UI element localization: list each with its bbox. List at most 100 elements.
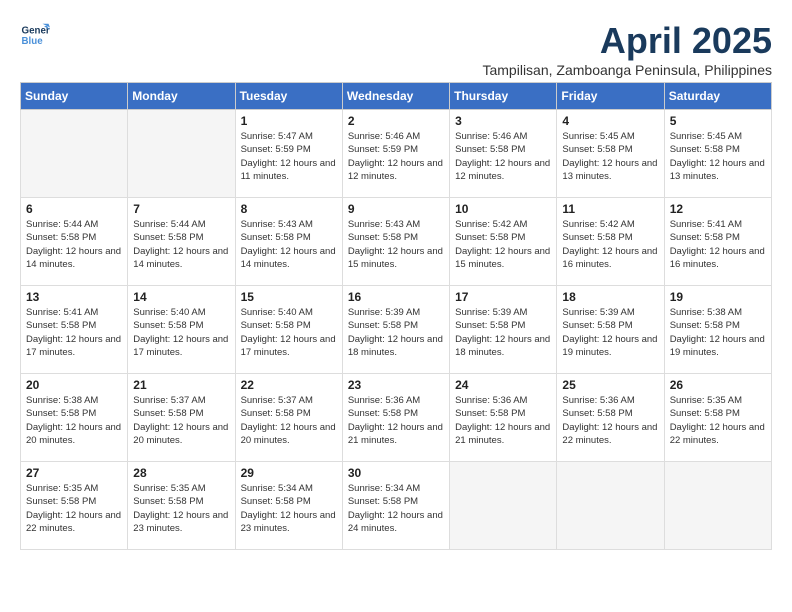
day-info: Sunrise: 5:40 AM Sunset: 5:58 PM Dayligh…	[133, 306, 229, 359]
calendar-cell: 9Sunrise: 5:43 AM Sunset: 5:58 PM Daylig…	[342, 198, 449, 286]
calendar-cell: 25Sunrise: 5:36 AM Sunset: 5:58 PM Dayli…	[557, 374, 664, 462]
calendar-cell: 23 Sunrise: 5:36 AM Sunset: 5:58 PM Dayli…	[342, 374, 449, 462]
week-row-1: 1 Sunrise: 5:47 AM Sunset: 5:59 PM Daylig…	[21, 110, 772, 198]
day-info: Sunrise: 5:36 AM Sunset: 5:58 PM Dayligh…	[348, 394, 444, 447]
day-info: Sunrise: 5:41 AM Sunset: 5:58 PM Dayligh…	[670, 218, 766, 271]
day-header-thursday: Thursday	[450, 83, 557, 110]
svg-text:Blue: Blue	[22, 36, 44, 47]
day-info: Sunrise: 5:34 AM Sunset: 5:58 PM Dayligh…	[241, 482, 337, 535]
day-info: Sunrise: 5:38 AM Sunset: 5:58 PM Dayligh…	[26, 394, 122, 447]
day-number: 13	[26, 290, 122, 304]
day-number: 15	[241, 290, 337, 304]
day-number: 16	[348, 290, 444, 304]
day-number: 25	[562, 378, 658, 392]
day-number: 12	[670, 202, 766, 216]
day-number: 18	[562, 290, 658, 304]
day-header-friday: Friday	[557, 83, 664, 110]
day-info: Sunrise: 5:46 AM Sunset: 5:59 PM Dayligh…	[348, 130, 444, 183]
day-number: 8	[241, 202, 337, 216]
day-header-wednesday: Wednesday	[342, 83, 449, 110]
day-number: 6	[26, 202, 122, 216]
week-row-2: 6 Sunrise: 5:44 AM Sunset: 5:58 PM Daylig…	[21, 198, 772, 286]
day-number: 2	[348, 114, 444, 128]
calendar-cell: 1 Sunrise: 5:47 AM Sunset: 5:59 PM Daylig…	[235, 110, 342, 198]
calendar-cell: 2 Sunrise: 5:46 AM Sunset: 5:59 PM Daylig…	[342, 110, 449, 198]
calendar-cell	[557, 462, 664, 550]
calendar-cell	[450, 462, 557, 550]
day-info: Sunrise: 5:43 AM Sunset: 5:58 PM Dayligh…	[241, 218, 337, 271]
day-info: Sunrise: 5:46 AM Sunset: 5:58 PM Dayligh…	[455, 130, 551, 183]
calendar-cell: 8 Sunrise: 5:43 AM Sunset: 5:58 PM Daylig…	[235, 198, 342, 286]
week-row-5: 27 Sunrise: 5:35 AM Sunset: 5:58 PM Dayli…	[21, 462, 772, 550]
page-header: General Blue April 2025 Tampilisan, Zamb…	[20, 20, 772, 78]
calendar-cell: 12 Sunrise: 5:41 AM Sunset: 5:58 PM Dayli…	[664, 198, 771, 286]
calendar-cell: 3 Sunrise: 5:46 AM Sunset: 5:58 PM Daylig…	[450, 110, 557, 198]
calendar-cell	[21, 110, 128, 198]
calendar-cell: 16 Sunrise: 5:39 AM Sunset: 5:58 PM Dayli…	[342, 286, 449, 374]
calendar-table: SundayMondayTuesdayWednesdayThursdayFrid…	[20, 82, 772, 550]
day-number: 23	[348, 378, 444, 392]
calendar-cell: 20 Sunrise: 5:38 AM Sunset: 5:58 PM Dayli…	[21, 374, 128, 462]
calendar-cell: 18 Sunrise: 5:39 AM Sunset: 5:58 PM Dayli…	[557, 286, 664, 374]
calendar-cell: 13Sunrise: 5:41 AM Sunset: 5:58 PM Dayli…	[21, 286, 128, 374]
day-number: 28	[133, 466, 229, 480]
day-number: 26	[670, 378, 766, 392]
day-number: 22	[241, 378, 337, 392]
day-info: Sunrise: 5:34 AM Sunset: 5:58 PM Dayligh…	[348, 482, 444, 535]
calendar-cell: 10 Sunrise: 5:42 AM Sunset: 5:58 PM Dayli…	[450, 198, 557, 286]
day-info: Sunrise: 5:35 AM Sunset: 5:58 PM Dayligh…	[26, 482, 122, 535]
day-info: Sunrise: 5:44 AM Sunset: 5:58 PM Dayligh…	[133, 218, 229, 271]
day-info: Sunrise: 5:38 AM Sunset: 5:58 PM Dayligh…	[670, 306, 766, 359]
calendar-cell: 11Sunrise: 5:42 AM Sunset: 5:58 PM Dayli…	[557, 198, 664, 286]
day-info: Sunrise: 5:42 AM Sunset: 5:58 PM Dayligh…	[455, 218, 551, 271]
day-header-sunday: Sunday	[21, 83, 128, 110]
day-number: 3	[455, 114, 551, 128]
location-subtitle: Tampilisan, Zamboanga Peninsula, Philipp…	[482, 62, 772, 78]
logo-icon: General Blue	[20, 20, 50, 50]
title-section: April 2025 Tampilisan, Zamboanga Peninsu…	[482, 20, 772, 78]
day-info: Sunrise: 5:42 AM Sunset: 5:58 PM Dayligh…	[562, 218, 658, 271]
day-info: Sunrise: 5:35 AM Sunset: 5:58 PM Dayligh…	[670, 394, 766, 447]
calendar-header-row: SundayMondayTuesdayWednesdayThursdayFrid…	[21, 83, 772, 110]
calendar-cell: 28 Sunrise: 5:35 AM Sunset: 5:58 PM Dayli…	[128, 462, 235, 550]
calendar-cell: 30 Sunrise: 5:34 AM Sunset: 5:58 PM Dayli…	[342, 462, 449, 550]
week-row-3: 13Sunrise: 5:41 AM Sunset: 5:58 PM Dayli…	[21, 286, 772, 374]
day-number: 4	[562, 114, 658, 128]
day-info: Sunrise: 5:39 AM Sunset: 5:58 PM Dayligh…	[348, 306, 444, 359]
calendar-cell: 14 Sunrise: 5:40 AM Sunset: 5:58 PM Dayli…	[128, 286, 235, 374]
calendar-cell: 6Sunrise: 5:44 AM Sunset: 5:58 PM Daylig…	[21, 198, 128, 286]
day-number: 10	[455, 202, 551, 216]
day-number: 17	[455, 290, 551, 304]
day-number: 7	[133, 202, 229, 216]
calendar-cell	[128, 110, 235, 198]
month-title: April 2025	[482, 20, 772, 62]
day-info: Sunrise: 5:37 AM Sunset: 5:58 PM Dayligh…	[133, 394, 229, 447]
day-number: 27	[26, 466, 122, 480]
day-header-saturday: Saturday	[664, 83, 771, 110]
calendar-cell: 26 Sunrise: 5:35 AM Sunset: 5:58 PM Dayli…	[664, 374, 771, 462]
calendar-cell: 22Sunrise: 5:37 AM Sunset: 5:58 PM Dayli…	[235, 374, 342, 462]
calendar-cell: 29 Sunrise: 5:34 AM Sunset: 5:58 PM Dayli…	[235, 462, 342, 550]
day-info: Sunrise: 5:39 AM Sunset: 5:58 PM Dayligh…	[455, 306, 551, 359]
calendar-cell: 27 Sunrise: 5:35 AM Sunset: 5:58 PM Dayli…	[21, 462, 128, 550]
day-number: 5	[670, 114, 766, 128]
day-header-tuesday: Tuesday	[235, 83, 342, 110]
day-number: 24	[455, 378, 551, 392]
calendar-cell: 7 Sunrise: 5:44 AM Sunset: 5:58 PM Daylig…	[128, 198, 235, 286]
day-info: Sunrise: 5:35 AM Sunset: 5:58 PM Dayligh…	[133, 482, 229, 535]
calendar-cell	[664, 462, 771, 550]
calendar-cell: 15 Sunrise: 5:40 AM Sunset: 5:58 PM Dayli…	[235, 286, 342, 374]
day-number: 1	[241, 114, 337, 128]
day-number: 14	[133, 290, 229, 304]
day-header-monday: Monday	[128, 83, 235, 110]
day-info: Sunrise: 5:45 AM Sunset: 5:58 PM Dayligh…	[562, 130, 658, 183]
day-number: 29	[241, 466, 337, 480]
calendar-cell: 17 Sunrise: 5:39 AM Sunset: 5:58 PM Dayli…	[450, 286, 557, 374]
day-info: Sunrise: 5:40 AM Sunset: 5:58 PM Dayligh…	[241, 306, 337, 359]
day-number: 30	[348, 466, 444, 480]
day-number: 21	[133, 378, 229, 392]
day-info: Sunrise: 5:39 AM Sunset: 5:58 PM Dayligh…	[562, 306, 658, 359]
day-info: Sunrise: 5:47 AM Sunset: 5:59 PM Dayligh…	[241, 130, 337, 183]
calendar-cell: 19Sunrise: 5:38 AM Sunset: 5:58 PM Dayli…	[664, 286, 771, 374]
day-number: 20	[26, 378, 122, 392]
